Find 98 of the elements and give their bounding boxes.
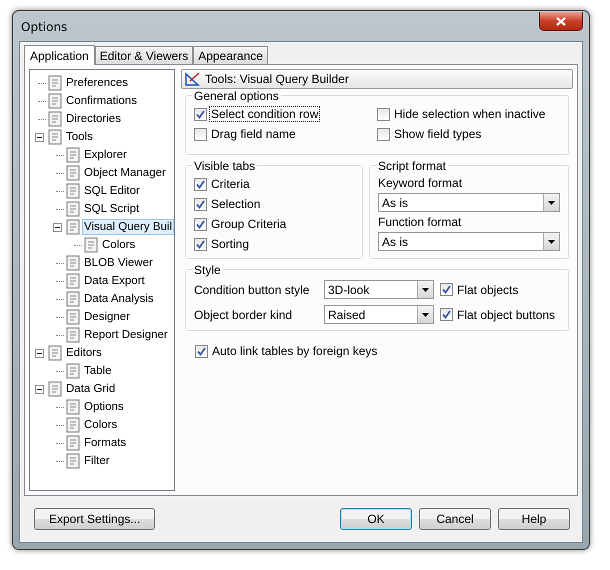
tree-item[interactable]: Confirmations: [64, 93, 139, 109]
page-icon: [65, 183, 81, 199]
checkbox[interactable]: [194, 178, 207, 190]
checkbox-label: Drag field name: [210, 126, 297, 142]
page-icon: [65, 363, 81, 379]
checkbox-label: Hide selection when inactive: [393, 106, 546, 122]
page-icon: [47, 75, 63, 91]
dropdown[interactable]: Raised: [324, 305, 434, 324]
tree-item[interactable]: Table: [82, 363, 114, 379]
tree-item[interactable]: Data Grid: [64, 381, 118, 397]
collapse-toggle[interactable]: [34, 348, 44, 358]
caret-icon: [422, 312, 429, 316]
field-label: Object border kind: [194, 308, 294, 322]
page-icon: [47, 381, 63, 397]
page-icon: [65, 273, 81, 289]
page-icon: [65, 399, 81, 415]
page-icon: [65, 291, 81, 307]
tree-item[interactable]: Visual Query Buil: [82, 219, 174, 235]
tree-item[interactable]: Data Analysis: [82, 291, 156, 307]
checkbox-label: Show field types: [393, 126, 482, 142]
dialog-button[interactable]: Export Settings...: [34, 508, 156, 530]
page-icon: [47, 129, 63, 145]
field-label: Condition button style: [194, 282, 310, 296]
checkbox[interactable]: [440, 308, 453, 321]
group-title: Visible tabs: [192, 159, 258, 173]
page-icon: [65, 309, 81, 325]
page-icon: [65, 147, 81, 163]
group-title: Script format: [376, 159, 448, 173]
tab[interactable]: Application: [24, 45, 95, 65]
checkbox-label: Auto link tables by foreign keys: [211, 343, 378, 359]
field-label: Keyword format: [378, 176, 464, 190]
dialog-button[interactable]: Help: [498, 508, 570, 530]
page-icon: [65, 255, 81, 271]
checkbox[interactable]: [377, 128, 390, 140]
checkbox[interactable]: [194, 238, 207, 250]
tree-item[interactable]: Colors: [100, 237, 138, 253]
caret-icon: [548, 200, 555, 204]
page-icon: [47, 111, 63, 127]
tab[interactable]: Editor & Viewers: [94, 46, 194, 64]
collapse-toggle[interactable]: [34, 384, 44, 394]
tab[interactable]: Appearance: [193, 46, 268, 64]
tree-item[interactable]: Editors: [64, 345, 104, 361]
checkbox-label: Sorting: [210, 236, 250, 252]
tree-item[interactable]: SQL Editor: [82, 183, 142, 199]
tree-item[interactable]: BLOB Viewer: [82, 255, 155, 271]
checkbox-label: Criteria: [210, 176, 251, 192]
tree-item[interactable]: Report Designer: [82, 327, 170, 343]
tree-item[interactable]: Explorer: [82, 147, 129, 163]
window-title: Options: [21, 20, 68, 34]
tree-item[interactable]: Object Manager: [82, 165, 168, 181]
tree-item[interactable]: Options: [82, 399, 126, 415]
tree-item[interactable]: Filter: [82, 453, 112, 469]
page-icon: [65, 327, 81, 343]
checkbox-label: Flat objects: [456, 282, 520, 298]
checkbox[interactable]: [194, 108, 207, 120]
tree-item[interactable]: Formats: [82, 435, 128, 451]
group-title: General options: [192, 89, 281, 103]
page-icon: [65, 201, 81, 217]
close-icon: [556, 16, 566, 26]
dropdown[interactable]: As is: [378, 193, 560, 212]
caret-icon: [548, 240, 555, 244]
tree-item[interactable]: Tools: [64, 129, 95, 145]
checkbox[interactable]: [194, 218, 207, 230]
tree-item[interactable]: Data Export: [82, 273, 147, 289]
checkbox-label: Flat object buttons: [456, 306, 556, 322]
dialog-button[interactable]: Cancel: [419, 508, 491, 530]
tree-item[interactable]: Colors: [82, 417, 120, 433]
checkbox[interactable]: [194, 128, 207, 140]
group-title: Style: [192, 263, 223, 277]
page-icon: [65, 165, 81, 181]
field-label: Function format: [378, 215, 462, 229]
checkbox[interactable]: [194, 198, 207, 210]
checkbox[interactable]: [377, 108, 390, 120]
ruler-pencil-icon: [185, 72, 201, 86]
header-title: Tools: Visual Query Builder: [205, 72, 349, 86]
close-button[interactable]: [539, 12, 583, 31]
checkbox-label: Group Criteria: [210, 216, 288, 232]
collapse-toggle[interactable]: [52, 222, 62, 232]
dropdown[interactable]: 3D-look: [324, 280, 434, 299]
tree-item[interactable]: SQL Script: [82, 201, 142, 217]
collapse-toggle[interactable]: [34, 132, 44, 142]
page-icon: [47, 93, 63, 109]
tree-item[interactable]: Designer: [82, 309, 132, 325]
page-icon: [65, 417, 81, 433]
checkbox-label: Select condition row: [209, 106, 320, 122]
tree-item[interactable]: Directories: [64, 111, 123, 127]
caret-icon: [422, 288, 429, 292]
page-icon: [65, 435, 81, 451]
page-icon: [47, 345, 63, 361]
checkbox[interactable]: [440, 283, 453, 296]
page-icon: [65, 219, 81, 235]
dropdown[interactable]: As is: [378, 232, 560, 251]
dialog-button[interactable]: OK: [340, 508, 412, 530]
checkbox[interactable]: [195, 344, 208, 358]
page-icon: [83, 237, 99, 253]
tree-item[interactable]: Preferences: [64, 75, 130, 91]
checkbox-label: Selection: [210, 196, 262, 212]
page-icon: [65, 453, 81, 469]
